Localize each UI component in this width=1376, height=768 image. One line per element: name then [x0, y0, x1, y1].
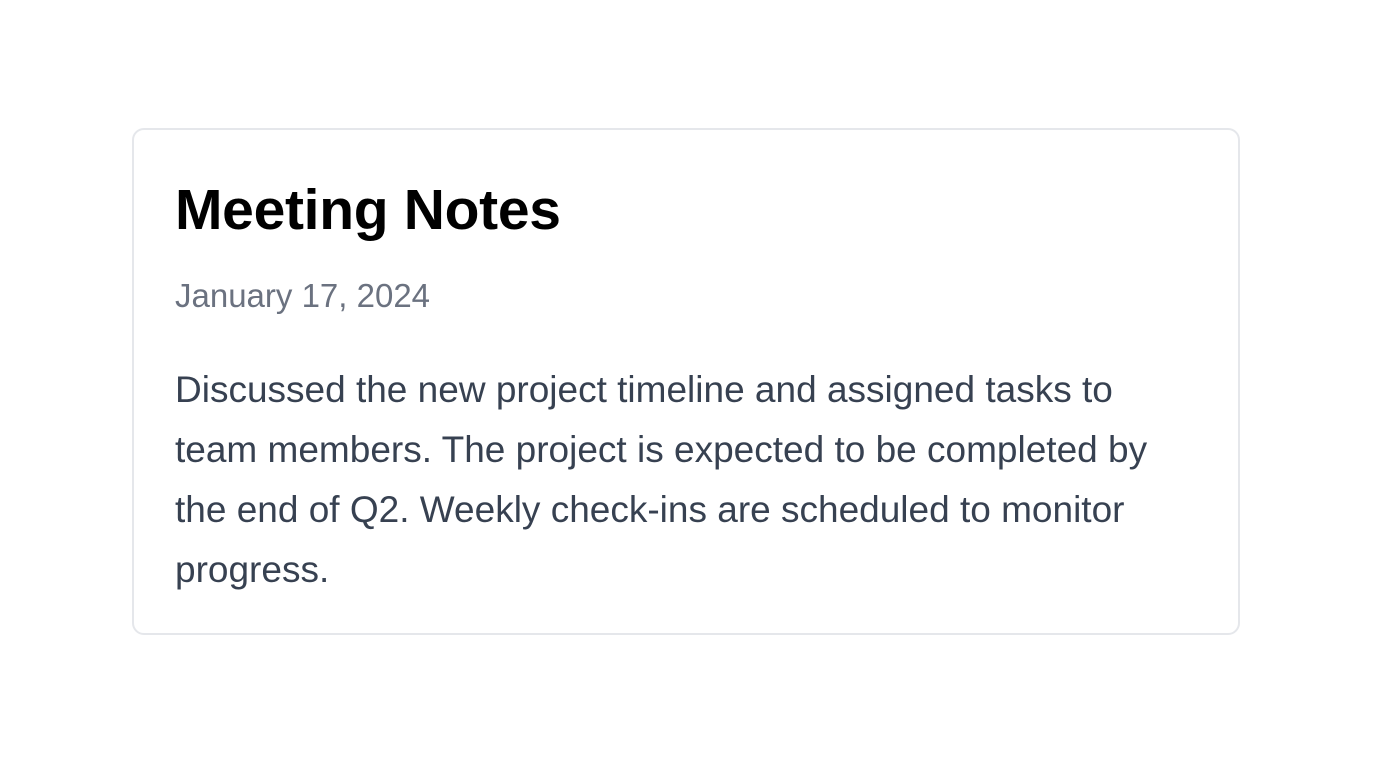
note-date: January 17, 2024: [175, 277, 431, 314]
note-body: Discussed the new project timeline and a…: [175, 369, 1148, 590]
note-card: Meeting Notes January 17, 2024 Discussed…: [132, 128, 1240, 635]
note-title: Meeting Notes: [175, 178, 561, 242]
page: Meeting Notes January 17, 2024 Discussed…: [0, 0, 1376, 768]
